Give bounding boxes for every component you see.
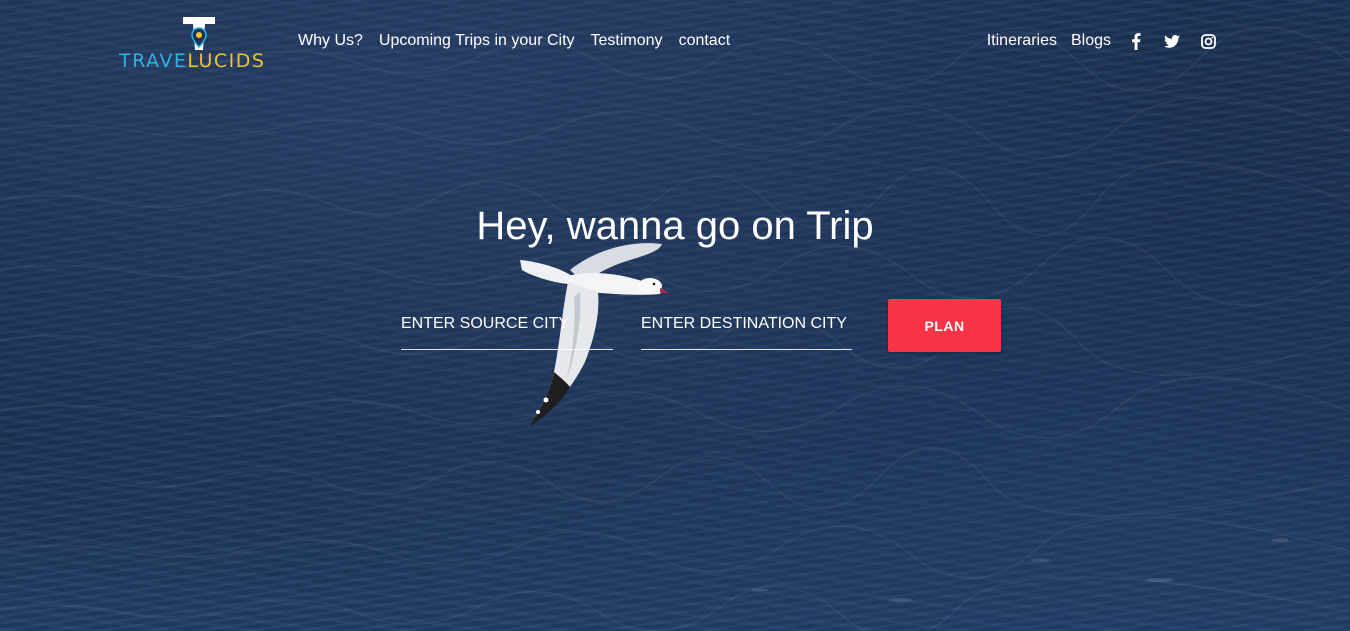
nav-link-upcoming-trips[interactable]: Upcoming Trips in your City [379,31,575,51]
nav-link-blogs[interactable]: Blogs [1071,31,1111,51]
hero-headline: Hey, wanna go on Trip [476,204,874,248]
nav-link-why-us[interactable]: Why Us? [298,31,363,51]
nav-link-testimony[interactable]: Testimony [591,31,663,51]
logo-mark-icon [183,17,215,50]
logo-text-part-b: LUCIDS [187,50,266,72]
nav-primary-links: Why Us? Upcoming Trips in your City Test… [298,31,730,51]
nav-link-itineraries[interactable]: Itineraries [987,31,1057,51]
logo-wordmark: TRAVELUCIDS [119,50,265,72]
twitter-icon[interactable] [1161,31,1183,51]
destination-city-input[interactable] [641,299,852,350]
nav-secondary-links: Itineraries Blogs [987,31,1219,51]
facebook-icon[interactable] [1125,31,1147,51]
instagram-icon[interactable] [1197,31,1219,51]
top-navbar: TRAVELUCIDS Why Us? Upcoming Trips in yo… [0,0,1350,84]
source-city-input[interactable] [401,299,613,350]
brand-logo[interactable]: TRAVELUCIDS [119,14,279,72]
plan-button[interactable]: PLAN [888,299,1001,352]
logo-text-part-a: TRAVE [119,50,188,72]
nav-link-contact[interactable]: contact [679,31,731,51]
hero-section: TRAVELUCIDS Why Us? Upcoming Trips in yo… [0,0,1350,631]
